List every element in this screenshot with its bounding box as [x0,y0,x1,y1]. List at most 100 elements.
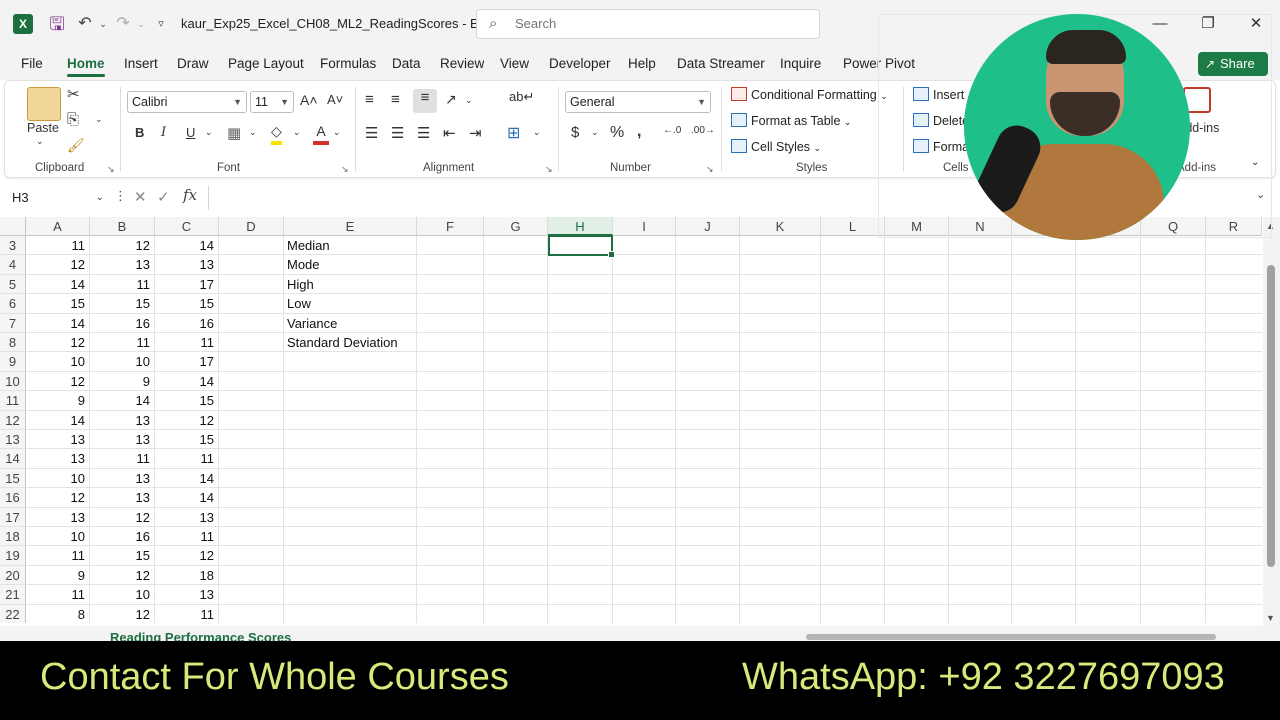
column-header-g[interactable]: G [484,217,548,236]
fill-color-dropdown-icon[interactable]: ⌄ [293,127,301,138]
cell-c-7[interactable]: 16 [155,314,219,333]
comma-style-icon[interactable]: , [637,123,641,141]
cut-icon[interactable]: ✂ [67,85,80,103]
redo-dropdown-icon[interactable]: ⌄ [130,13,152,35]
tab-review[interactable]: Review [440,56,484,71]
row-header[interactable]: 6 [0,294,26,314]
increase-indent-icon[interactable]: ⇥ [469,124,482,142]
column-header-f[interactable]: F [417,217,484,236]
align-left-icon[interactable]: ☰ [365,124,378,142]
decrease-decimal-icon[interactable]: .00→ [691,125,715,136]
cell-a-12[interactable]: 14 [26,411,90,430]
tab-view[interactable]: View [500,56,529,71]
row-header[interactable]: 15 [0,468,26,489]
decrease-font-icon[interactable]: A˅ [327,92,343,107]
row-header[interactable]: 18 [0,527,26,547]
tab-insert[interactable]: Insert [124,56,158,71]
row-header[interactable]: 14 [0,449,26,469]
cell-e-17[interactable] [284,508,484,527]
tab-formulas[interactable]: Formulas [320,56,376,71]
row-header[interactable]: 11 [0,391,26,411]
orientation-dropdown-icon[interactable]: ⌄ [465,95,473,106]
column-header-b[interactable]: B [90,217,155,236]
row-header[interactable]: 3 [0,236,26,256]
tab-developer[interactable]: Developer [549,56,611,71]
row-header[interactable]: 19 [0,546,26,566]
row-header[interactable]: 7 [0,313,26,333]
cell-e-9[interactable] [284,352,484,371]
merge-center-icon[interactable]: ⊞ [507,123,520,143]
scroll-thumb[interactable] [1267,265,1275,567]
underline-icon[interactable]: U [186,125,195,140]
font-launcher-icon[interactable]: ↘ [341,164,349,175]
tab-data[interactable]: Data [392,56,421,71]
fill-color-icon[interactable]: ◇ [271,123,282,145]
align-top-icon[interactable]: ≡ [365,91,374,108]
cell-c-21[interactable]: 13 [155,585,219,604]
cell-a-13[interactable]: 13 [26,430,90,449]
cell-a-7[interactable]: 14 [26,314,90,333]
cell-b-18[interactable]: 16 [90,527,155,546]
cell-a-9[interactable]: 10 [26,352,90,371]
format-painter-icon[interactable]: 🖌 [67,137,85,154]
tab-home[interactable]: Home [67,56,105,77]
tab-data-streamer[interactable]: Data Streamer [677,56,765,71]
increase-decimal-icon[interactable]: ←.0 [663,125,681,136]
orientation-icon[interactable]: ↗ [445,91,457,108]
row-header[interactable]: 13 [0,430,26,450]
cell-a-5[interactable]: 14 [26,275,90,294]
cell-e-13[interactable] [284,430,484,449]
row-header[interactable]: 20 [0,565,26,586]
cell-c-17[interactable]: 13 [155,508,219,527]
merge-dropdown-icon[interactable]: ⌄ [533,127,541,138]
cancel-icon[interactable]: ✕ [134,188,147,206]
cell-c-13[interactable]: 15 [155,430,219,449]
tab-page-layout[interactable]: Page Layout [228,56,304,71]
cell-e-5[interactable]: High [284,275,484,294]
align-bottom-icon[interactable]: ≡ [413,89,437,113]
cell-a-22[interactable]: 8 [26,605,90,623]
cell-b-15[interactable]: 13 [90,469,155,488]
cell-styles-button[interactable]: Cell Styles ⌄ [731,139,821,154]
cell-c-4[interactable]: 13 [155,255,219,274]
scroll-down-icon[interactable]: ▼ [1266,613,1275,623]
cell-a-10[interactable]: 12 [26,372,90,391]
align-right-icon[interactable]: ☰ [417,124,430,142]
cell-b-21[interactable]: 10 [90,585,155,604]
align-middle-icon[interactable]: ≡ [391,91,400,108]
percent-icon[interactable]: % [610,124,624,142]
cell-e-18[interactable] [284,527,484,546]
row-header[interactable]: 22 [0,604,26,623]
cell-b-4[interactable]: 13 [90,255,155,274]
cell-a-8[interactable]: 12 [26,333,90,352]
search-box[interactable]: ⌕ [476,9,820,39]
cell-b-16[interactable]: 13 [90,488,155,507]
cell-c-5[interactable]: 17 [155,275,219,294]
cell-a-3[interactable]: 11 [26,236,90,255]
copy-dropdown-icon[interactable]: ⌄ [95,114,103,125]
paste-dropdown-icon[interactable]: ⌄ [36,136,44,147]
wrap-text-icon[interactable]: ab↵ [509,89,534,105]
column-header-l[interactable]: L [821,217,885,236]
conditional-formatting-button[interactable]: Conditional Formatting ⌄ [731,87,888,102]
font-color-icon[interactable]: A [313,123,329,145]
cell-a-6[interactable]: 15 [26,294,90,313]
cell-c-8[interactable]: 11 [155,333,219,352]
column-header-a[interactable]: A [26,217,90,236]
column-header-k[interactable]: K [740,217,821,236]
borders-icon[interactable]: ▦ [227,124,241,142]
cell-b-17[interactable]: 12 [90,508,155,527]
row-header[interactable]: 10 [0,371,26,392]
cell-c-15[interactable]: 14 [155,469,219,488]
save-icon[interactable]: 🖫 [46,13,68,35]
cell-e-16[interactable] [284,488,484,507]
cell-e-14[interactable] [284,449,484,468]
cell-c-16[interactable]: 14 [155,488,219,507]
row-header[interactable]: 21 [0,585,26,605]
cell-e-11[interactable] [284,391,484,410]
cell-a-19[interactable]: 11 [26,546,90,565]
cell-c-11[interactable]: 15 [155,391,219,410]
cell-e-19[interactable] [284,546,484,565]
cell-b-6[interactable]: 15 [90,294,155,313]
cell-b-13[interactable]: 13 [90,430,155,449]
